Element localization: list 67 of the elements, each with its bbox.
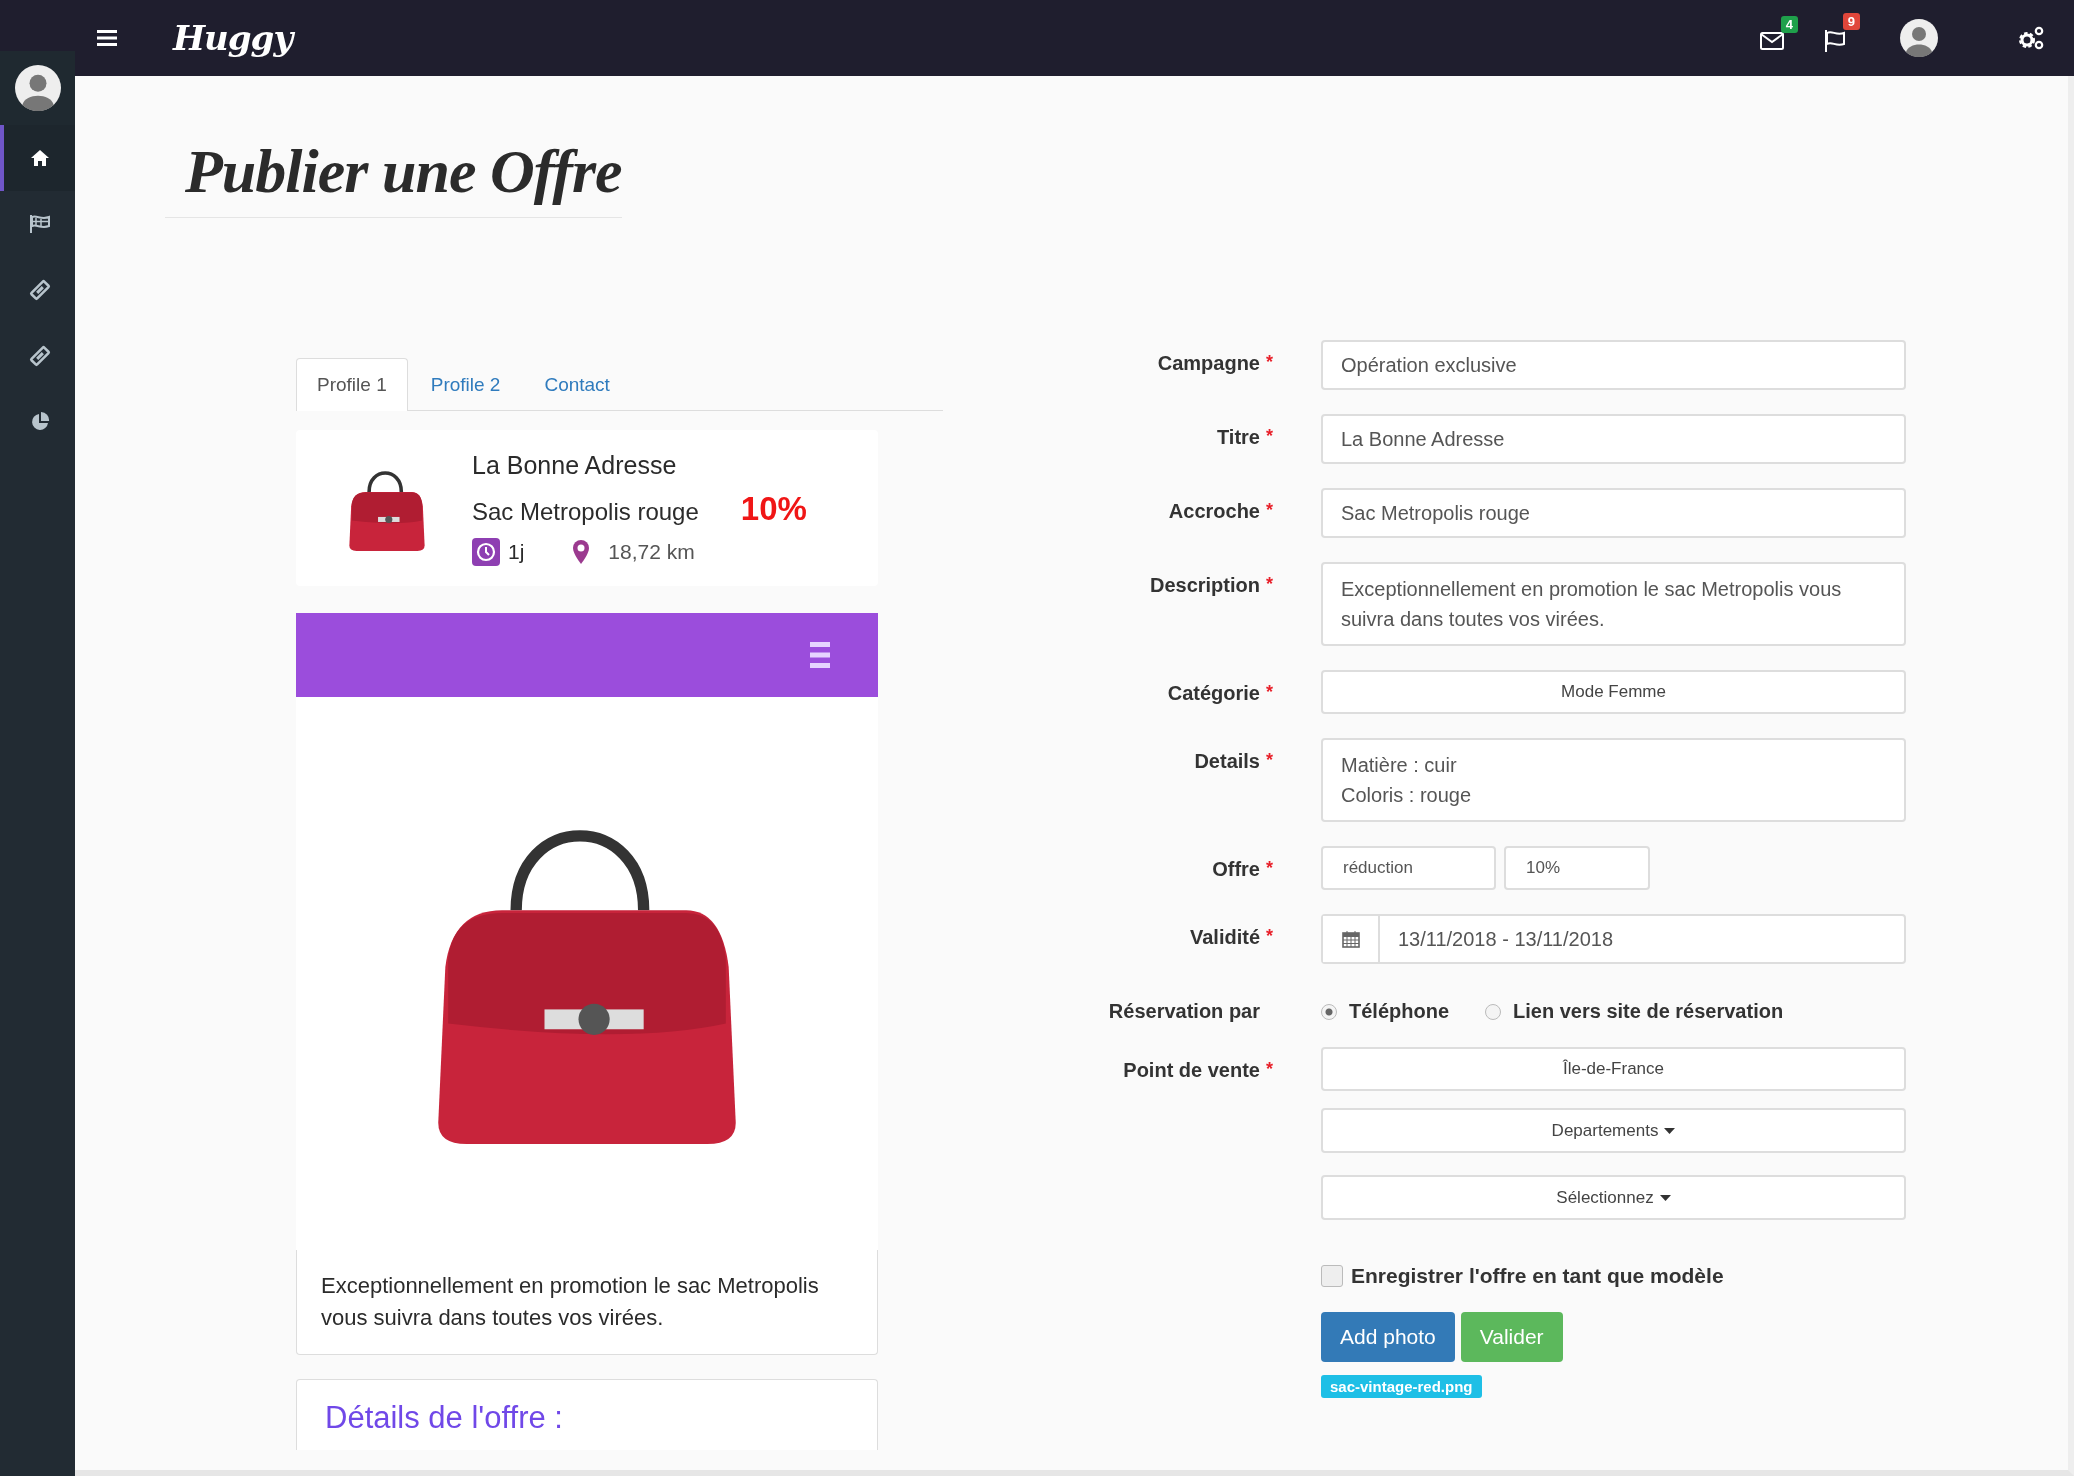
checkbox-option[interactable]: Enregistrer l'offre en tant que modèle [1321,1264,1724,1288]
required-mark: * [1266,574,1274,595]
sidebar-item[interactable] [0,125,75,191]
date-range-field[interactable]: 13/11/2018 - 13/11/2018 [1321,914,1906,964]
mail-icon[interactable] [1760,32,1784,50]
ticket-icon [28,345,51,367]
distance: 18,72 km [608,539,695,564]
caret-icon [1664,1127,1676,1134]
settings-icon[interactable] [2018,26,2044,50]
menu-icon[interactable] [97,30,117,46]
file-name-tag: sac-vintage-red.png [1321,1375,1482,1398]
input-field[interactable]: Sac Metropolis rouge [1321,488,1906,538]
tab[interactable]: Profile 2 [409,358,522,410]
radio-option[interactable]: Lien vers site de réservation [1485,1000,1784,1023]
dropdown[interactable]: Sélectionnez [1321,1175,1906,1220]
offer-title: La Bonne Adresse [472,450,678,480]
offer-subtitle: Sac Metropolis rouge [472,497,699,526]
field-label: Offre [1212,858,1260,881]
flag-icon[interactable] [1824,29,1846,53]
radio-option[interactable]: Téléphone [1321,1000,1449,1023]
ticket-icon [28,279,51,301]
field-label: Campagne [1157,352,1260,375]
clock-icon [472,537,500,566]
field-label: Details [1194,750,1260,773]
field-label: Description [1149,574,1260,597]
field-label: Réservation par [1108,1000,1260,1023]
action-button[interactable]: Add photo [1321,1312,1455,1362]
calendar-icon [1341,930,1360,948]
notification-count: 4 [1780,16,1798,33]
input-field[interactable]: Opération exclusive [1321,340,1906,390]
details-heading: Détails de l'offre : [325,1400,564,1436]
duration: 1j [508,539,525,564]
notification-count: 9 [1842,13,1860,30]
text-area[interactable]: Exceptionnellement en promotion le sac Metropolis vous suivra dans toutes vos virées. [1321,562,1906,646]
flag-icon [28,214,51,234]
page-title: Publier une Offre [185,136,622,207]
required-mark: * [1266,858,1274,879]
user-avatar[interactable] [14,65,61,111]
caret-icon [1659,1194,1671,1201]
required-mark: * [1266,426,1274,447]
location-pin-icon [572,538,591,565]
logo[interactable]: Huggy [173,18,293,58]
user-avatar[interactable] [1900,19,1938,57]
tab[interactable]: Profile 1 [296,358,408,411]
input-field[interactable]: 10% [1504,846,1650,890]
offer-description: Exceptionnellement en promotion le sac Metropolis vous suivra dans toutes vos virées. [321,1272,820,1332]
select-field[interactable]: Mode Femme [1321,670,1906,714]
dropdown[interactable]: Departements [1321,1108,1906,1153]
discount: 10% [740,489,807,528]
required-mark: * [1266,682,1274,703]
required-mark: * [1266,352,1274,373]
required-mark: * [1266,500,1274,521]
input-field[interactable]: réduction [1321,846,1496,890]
field-label: Titre [1217,426,1260,449]
home-icon [29,149,50,167]
required-mark: * [1266,926,1274,947]
dropdown[interactable]: Île-de-France [1321,1047,1906,1091]
field-label: Accroche [1168,500,1260,523]
text-area[interactable]: Matière : cuir Coloris : rouge [1321,738,1906,822]
input-field[interactable]: La Bonne Adresse [1321,414,1906,464]
field-label: Point de vente [1123,1059,1260,1082]
field-label: Catégorie [1167,682,1260,705]
field-label: Validité [1189,926,1260,949]
required-mark: * [1266,750,1274,771]
pie-chart-icon [29,412,50,432]
tab[interactable]: Contact [523,358,631,410]
required-mark: * [1266,1059,1274,1080]
